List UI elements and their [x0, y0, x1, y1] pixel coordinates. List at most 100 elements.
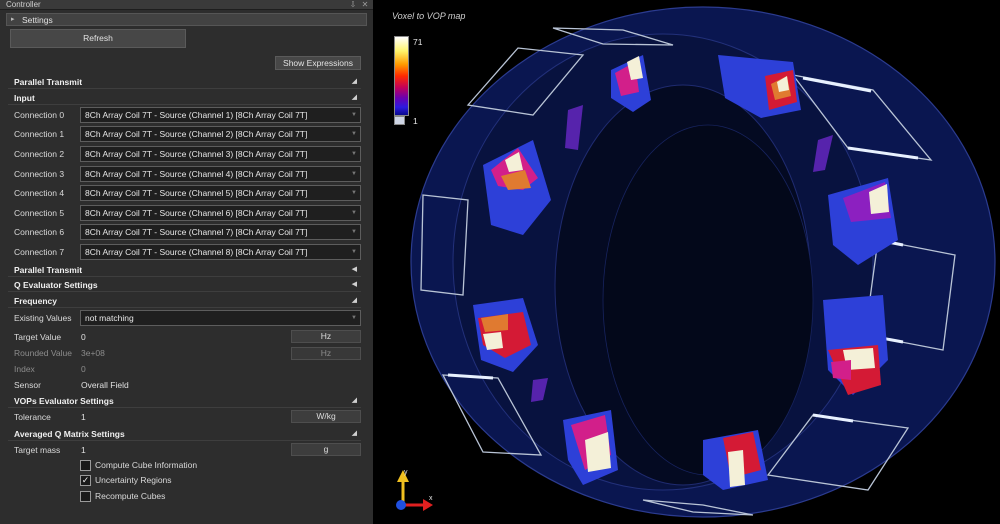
connection-1-select[interactable]: 8Ch Array Coil 7T - Source (Channel 2) […: [80, 126, 361, 142]
select-value: 8Ch Array Coil 7T - Source (Channel 1) […: [85, 110, 308, 120]
uncertainty-checkbox[interactable]: ✓: [80, 475, 91, 486]
select-value: 8Ch Array Coil 7T - Source (Channel 6) […: [85, 208, 308, 218]
connection-5-select[interactable]: 8Ch Array Coil 7T - Source (Channel 6) […: [80, 205, 361, 221]
index-label: Index: [14, 364, 35, 374]
dropdown-arrow-icon: ▼: [351, 315, 357, 321]
connection-0-select[interactable]: 8Ch Array Coil 7T - Source (Channel 1) […: [80, 107, 361, 123]
connection-2-select[interactable]: 8Ch Array Coil 7T - Source (Channel 3) […: [80, 146, 361, 162]
hotspot-bottom-right: [703, 430, 768, 490]
expand-triangle-icon: ◀: [351, 266, 357, 273]
connection-label: Connection 6: [14, 227, 65, 237]
colorbar-settings-icon[interactable]: [394, 116, 405, 125]
select-value: not matching: [85, 313, 134, 323]
collapse-triangle-icon: ◢: [351, 94, 357, 101]
select-value: 8Ch Array Coil 7T - Source (Channel 7) […: [85, 227, 308, 237]
dropdown-arrow-icon: ▼: [351, 249, 357, 255]
controller-panel: Controller ⇩ ✕ ▸ Settings Refresh Show E…: [0, 0, 373, 524]
checkmark-icon: ✓: [81, 475, 90, 485]
axis-triad: y x: [396, 469, 433, 511]
tolerance-label: Tolerance: [14, 412, 51, 422]
dropdown-arrow-icon: ▼: [351, 171, 357, 177]
section-frequency[interactable]: Frequency ◢: [8, 294, 361, 308]
axis-x-label: x: [429, 495, 433, 502]
existing-values-label: Existing Values: [14, 313, 72, 323]
collapse-triangle-icon: ◢: [351, 297, 357, 304]
section-title: VOPs Evaluator Settings: [14, 396, 114, 406]
colorbar: [394, 36, 409, 116]
inner-bore-far: [602, 124, 814, 476]
compute-cube-label: Compute Cube Information: [95, 460, 198, 470]
uncertainty-label: Uncertainty Regions: [95, 475, 172, 485]
section-title: Parallel Transmit: [14, 77, 83, 87]
connection-6-select[interactable]: 8Ch Array Coil 7T - Source (Channel 7) […: [80, 224, 361, 240]
sensor-label: Sensor: [14, 380, 41, 390]
compute-cube-checkbox[interactable]: [80, 460, 91, 471]
colorbar-min-label: 1: [413, 116, 418, 126]
pin-icon[interactable]: ⇩: [348, 0, 358, 10]
tolerance-field[interactable]: 1: [81, 410, 86, 424]
axis-y-label: y: [404, 469, 408, 476]
recompute-label: Recompute Cubes: [95, 491, 166, 501]
connection-label: Connection 4: [14, 188, 65, 198]
target-mass-field[interactable]: 1: [81, 443, 86, 457]
section-title: Frequency: [14, 296, 57, 306]
select-value: 8Ch Array Coil 7T - Source (Channel 5) […: [85, 188, 308, 198]
section-averaged-q[interactable]: Averaged Q Matrix Settings ◢: [8, 427, 361, 441]
section-q-evaluator[interactable]: Q Evaluator Settings ◀: [8, 278, 361, 292]
panel-title: Controller: [6, 0, 41, 9]
section-parallel-transmit-2[interactable]: Parallel Transmit ◀: [8, 263, 361, 277]
select-value: 8Ch Array Coil 7T - Source (Channel 4) […: [85, 169, 308, 179]
dropdown-arrow-icon: ▼: [351, 229, 357, 235]
dropdown-arrow-icon: ▼: [351, 131, 357, 137]
target-mass-label: Target mass: [14, 445, 61, 455]
rounded-value-unit: Hz: [291, 347, 361, 360]
section-title: Q Evaluator Settings: [14, 280, 98, 290]
collapse-triangle-icon: ◢: [351, 430, 357, 437]
connection-4-select[interactable]: 8Ch Array Coil 7T - Source (Channel 5) […: [80, 185, 361, 201]
target-mass-unit[interactable]: g: [291, 443, 361, 456]
dropdown-arrow-icon: ▼: [351, 190, 357, 196]
connection-label: Connection 1: [14, 129, 65, 139]
dropdown-arrow-icon: ▼: [351, 112, 357, 118]
3d-viewport[interactable]: y x Voxel to VOP map 71 1: [373, 0, 1000, 524]
target-value-label: Target Value: [14, 332, 62, 342]
section-input[interactable]: Input ◢: [8, 91, 361, 105]
settings-tab[interactable]: ▸ Settings: [6, 13, 367, 26]
rounded-value-field: 3e+08: [81, 348, 105, 358]
refresh-button[interactable]: Refresh: [10, 29, 186, 48]
rounded-value-label: Rounded Value: [14, 348, 72, 358]
connection-label: Connection 2: [14, 149, 65, 159]
panel-titlebar: Controller ⇩ ✕: [0, 0, 373, 10]
existing-values-select[interactable]: not matching ▼: [80, 310, 361, 326]
recompute-checkbox[interactable]: [80, 491, 91, 502]
tolerance-unit[interactable]: W/kg: [291, 410, 361, 423]
show-expressions-button[interactable]: Show Expressions: [275, 56, 361, 70]
section-title: Parallel Transmit: [14, 265, 83, 275]
collapse-triangle-icon: ◢: [351, 78, 357, 85]
viewport-title: Voxel to VOP map: [392, 11, 466, 21]
connection-label: Connection 3: [14, 169, 65, 179]
section-title: Averaged Q Matrix Settings: [14, 429, 125, 439]
collapse-arrow-icon: ▸: [11, 16, 15, 23]
collapse-triangle-icon: ◢: [351, 397, 357, 404]
voxel-vop-scene[interactable]: y x: [373, 0, 1000, 524]
connection-label: Connection 5: [14, 208, 65, 218]
dropdown-arrow-icon: ▼: [351, 210, 357, 216]
section-vops-evaluator[interactable]: VOPs Evaluator Settings ◢: [8, 394, 361, 408]
select-value: 8Ch Array Coil 7T - Source (Channel 3) […: [85, 149, 308, 159]
select-value: 8Ch Array Coil 7T - Source (Channel 2) […: [85, 129, 308, 139]
target-value-field[interactable]: 0: [81, 330, 86, 344]
dropdown-arrow-icon: ▼: [351, 151, 357, 157]
colorbar-max-label: 71: [413, 37, 423, 47]
connection-3-select[interactable]: 8Ch Array Coil 7T - Source (Channel 4) […: [80, 166, 361, 182]
section-title: Input: [14, 93, 35, 103]
target-value-unit[interactable]: Hz: [291, 330, 361, 343]
section-parallel-transmit[interactable]: Parallel Transmit ◢: [8, 75, 361, 89]
close-icon[interactable]: ✕: [360, 0, 370, 10]
index-value: 0: [81, 364, 86, 374]
connection-7-select[interactable]: 8Ch Array Coil 7T - Source (Channel 8) […: [80, 244, 361, 260]
settings-tab-label: Settings: [22, 15, 53, 25]
sensor-value: Overall Field: [81, 380, 129, 390]
connection-label: Connection 7: [14, 247, 65, 257]
expand-triangle-icon: ◀: [351, 281, 357, 288]
